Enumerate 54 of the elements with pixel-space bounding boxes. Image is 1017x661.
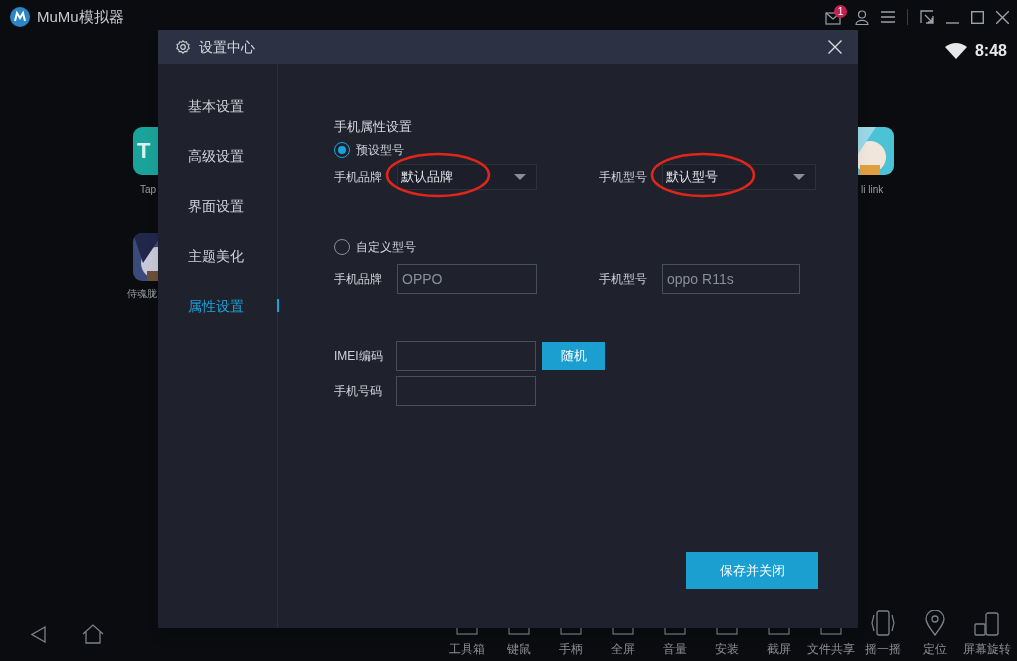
toolbar-label[interactable]: 工具箱 <box>449 640 485 658</box>
toolbar-label[interactable]: 定位 <box>923 640 947 658</box>
dropdown[interactable]: 默认品牌 <box>397 163 537 190</box>
app-label: 侍魂胧 <box>127 288 157 300</box>
field-label: 手机品牌 <box>334 270 383 288</box>
wifi-icon <box>944 43 967 59</box>
location-pin-icon[interactable] <box>925 610 945 636</box>
dropdown-arrow-icon <box>514 173 526 180</box>
toolbar-label[interactable]: 文件共享 <box>807 640 855 658</box>
rotate-screen-icon[interactable] <box>974 612 1000 636</box>
maximize-icon[interactable] <box>971 10 984 24</box>
phone-icon[interactable] <box>871 610 895 636</box>
back-icon[interactable] <box>31 626 46 643</box>
app-logo-icon <box>10 7 30 27</box>
clock: 8:48 <box>974 41 1007 61</box>
home-icon[interactable] <box>82 624 104 644</box>
toolbar-label[interactable]: 键鼠 <box>507 640 531 658</box>
toolbar-label[interactable]: 安装 <box>715 640 739 658</box>
sidebar-item[interactable]: 基本设置 <box>188 95 244 117</box>
field-label: 手机号码 <box>334 382 383 400</box>
toolbar-label[interactable]: 截屏 <box>767 640 791 658</box>
app-label: Tap <box>140 184 157 196</box>
menu-icon[interactable] <box>881 11 895 23</box>
dialog-title: 设置中心 <box>199 37 255 57</box>
input-field[interactable]: OPPO <box>397 263 537 294</box>
input-field[interactable] <box>396 375 536 406</box>
sidebar-item[interactable]: 高级设置 <box>188 145 244 167</box>
dropdown[interactable]: 默认型号 <box>662 163 816 190</box>
field-label: 手机品牌 <box>334 168 383 186</box>
settings-icon <box>176 40 190 54</box>
app-label: li link <box>861 184 884 196</box>
toolbar-label[interactable]: 屏幕旋转 <box>963 640 1011 658</box>
field-label: 手机型号 <box>599 270 648 288</box>
notification-badge: 1 <box>834 5 847 18</box>
sidebar-item[interactable]: 界面设置 <box>188 195 244 217</box>
radio-label[interactable]: 自定义型号 <box>356 237 416 256</box>
section-title: 手机属性设置 <box>334 118 413 136</box>
dropdown-arrow-icon <box>793 173 805 180</box>
radio-label[interactable]: 预设型号 <box>356 140 404 159</box>
input-field[interactable]: oppo R11s <box>662 263 800 294</box>
toolbar-label[interactable]: 摇一摇 <box>865 640 901 658</box>
sidebar-item[interactable]: 主题美化 <box>188 245 244 267</box>
field-label: 手机型号 <box>599 168 648 186</box>
close-icon[interactable] <box>996 10 1009 24</box>
shrink-window-icon[interactable] <box>920 10 934 24</box>
toolbar-label[interactable]: 全屏 <box>611 640 635 658</box>
selection-indicator <box>277 299 279 312</box>
toolbar-label[interactable]: 音量 <box>663 640 687 658</box>
user-icon[interactable] <box>855 9 869 25</box>
field-label: IMEI编码 <box>334 347 384 365</box>
toolbar-label[interactable]: 手柄 <box>559 640 583 658</box>
app-title: MuMu模拟器 <box>37 6 124 27</box>
sidebar-item[interactable]: 属性设置 <box>188 295 244 317</box>
input-field[interactable] <box>396 340 536 371</box>
